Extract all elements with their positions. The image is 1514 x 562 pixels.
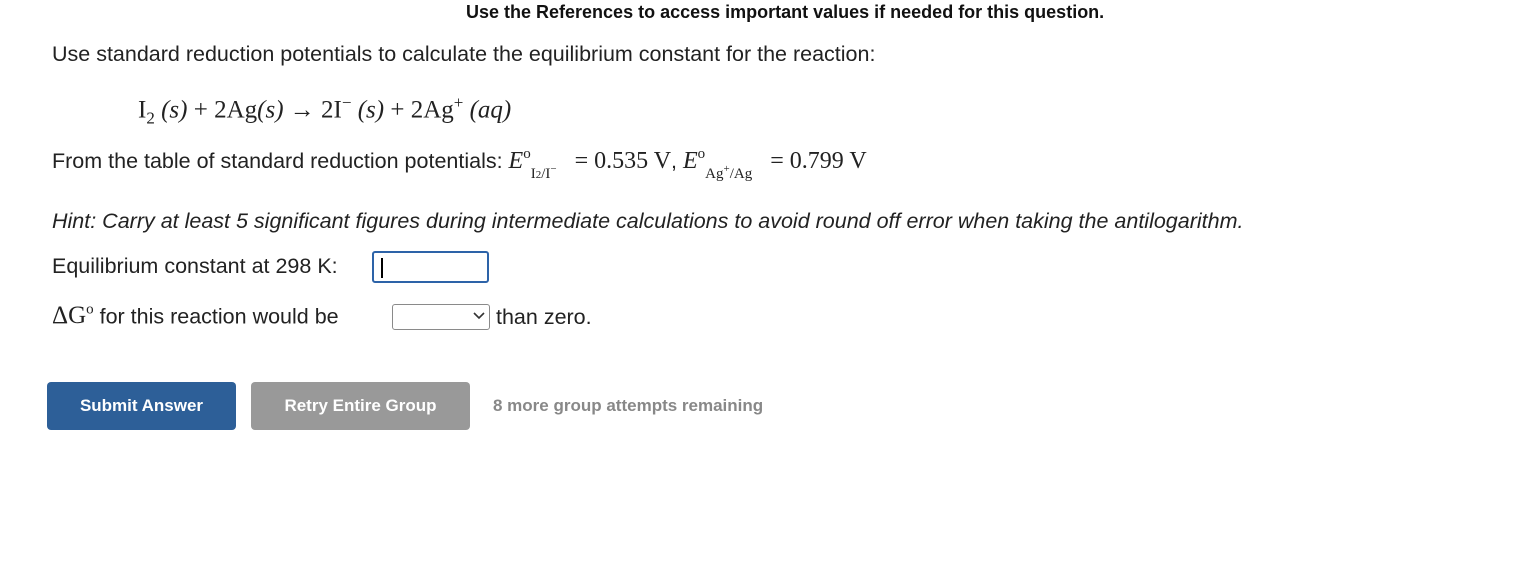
delta-g-sign-select[interactable] — [392, 304, 490, 330]
hint-text: Hint: Carry at least 5 significant figur… — [52, 209, 1244, 233]
question-text: Use standard reduction potentials to cal… — [52, 42, 876, 66]
delta-g-suffix: than zero. — [496, 305, 592, 329]
reaction-equation: I2 (s) + 2Ag(s) → 2I− (s) + 2Ag+ (aq) — [138, 93, 512, 128]
attempts-remaining: 8 more group attempts remaining — [493, 396, 764, 415]
delta-g-label: ΔGo for this reaction would be — [52, 302, 339, 330]
standard-potentials: From the table of standard reduction pot… — [52, 146, 867, 182]
retry-entire-group-button[interactable]: Retry Entire Group — [251, 382, 470, 430]
chevron-down-icon — [473, 312, 485, 320]
equilibrium-constant-label: Equilibrium constant at 298 K: — [52, 254, 338, 278]
text-caret — [381, 258, 383, 278]
references-notice: Use the References to access important v… — [466, 2, 1105, 22]
equilibrium-constant-input[interactable] — [372, 251, 489, 283]
submit-answer-button[interactable]: Submit Answer — [47, 382, 236, 430]
